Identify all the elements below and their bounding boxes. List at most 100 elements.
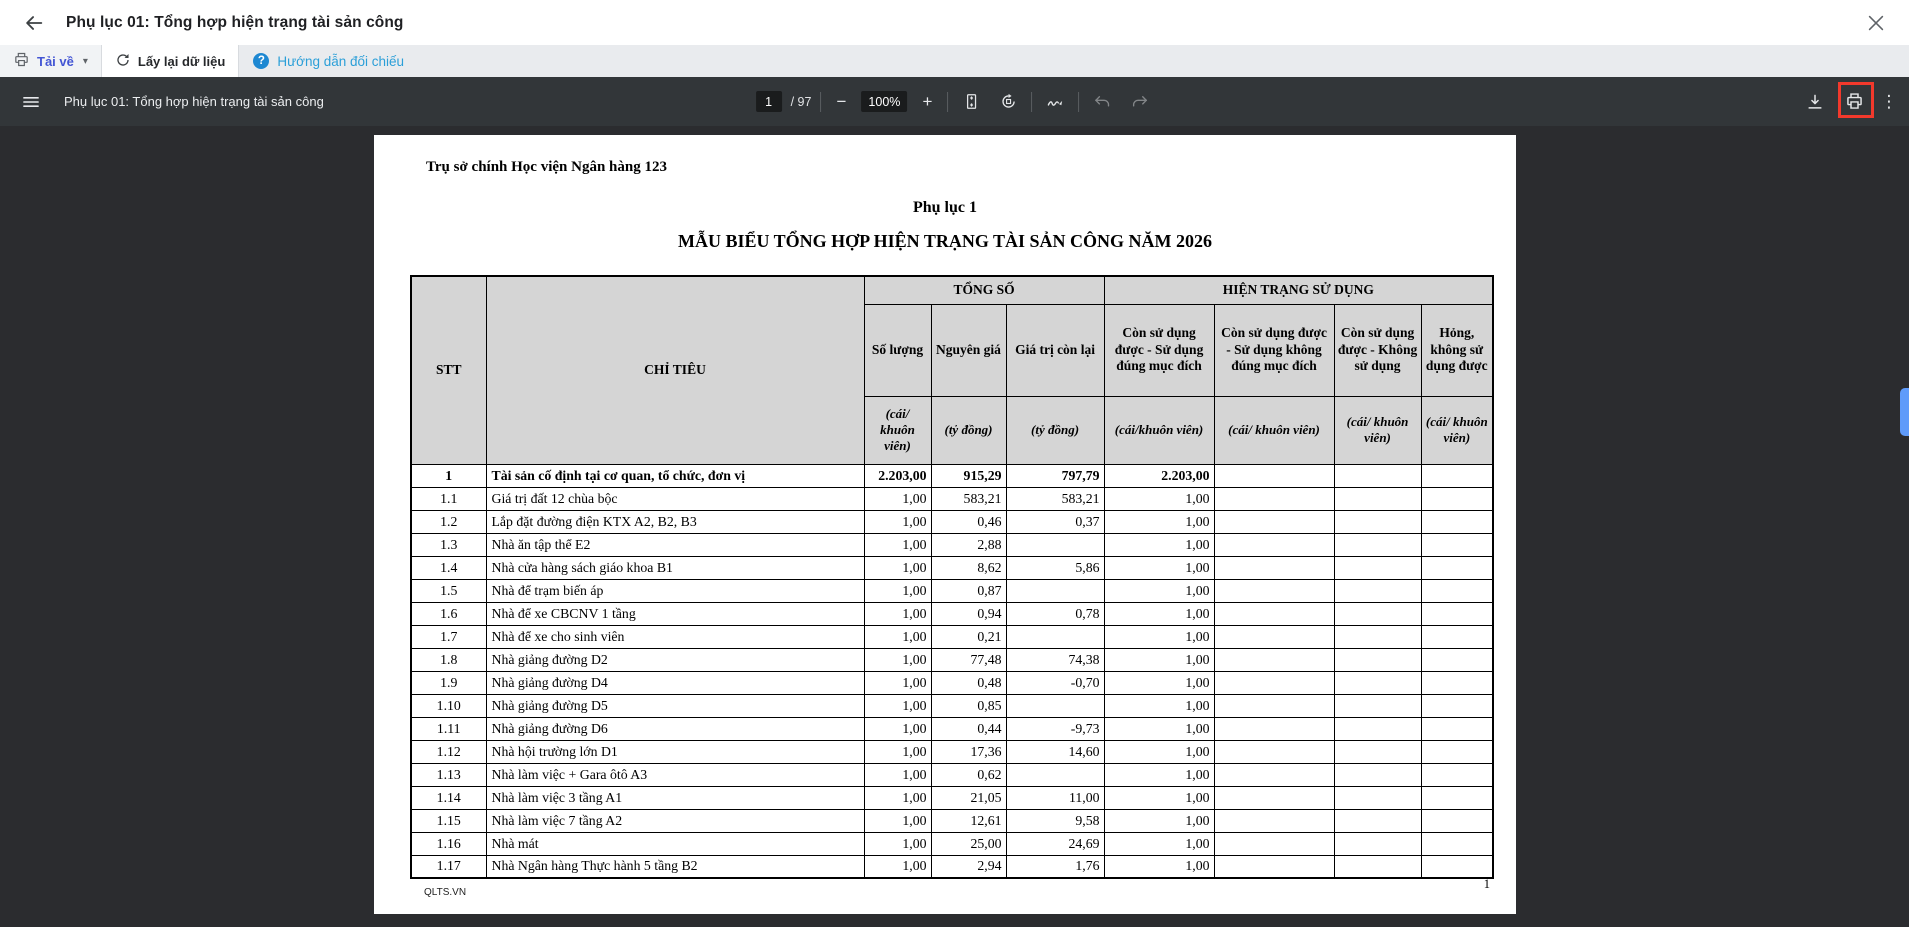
toolbar-divider	[947, 92, 948, 112]
table-cell	[1334, 648, 1421, 671]
more-options-icon[interactable]: ⋮	[1879, 92, 1899, 112]
print-icon[interactable]	[1840, 88, 1868, 116]
table-cell: 1,00	[1104, 648, 1214, 671]
annotate-pen-icon[interactable]	[1041, 88, 1069, 116]
table-cell: 1,00	[1104, 602, 1214, 625]
back-arrow-icon[interactable]	[22, 11, 46, 35]
table-row: 1.4Nhà cửa hàng sách giáo khoa B11,008,6…	[411, 556, 1493, 579]
table-cell	[1214, 717, 1334, 740]
table-cell: 2.203,00	[1104, 464, 1214, 487]
asset-table-header: STT CHỈ TIÊU TỔNG SỐ HIỆN TRẠNG SỬ DỤNG …	[411, 276, 1493, 464]
table-cell: 583,21	[1006, 487, 1104, 510]
page-number-input[interactable]: 1	[756, 91, 782, 112]
table-cell	[1214, 740, 1334, 763]
reload-data-button[interactable]: Lấy lại dữ liệu	[102, 45, 239, 77]
table-cell: 1.5	[411, 579, 486, 602]
rotate-icon[interactable]	[994, 88, 1022, 116]
table-cell: Nhà giảng đường D6	[486, 717, 864, 740]
table-cell: Nhà giảng đường D2	[486, 648, 864, 671]
table-cell: 9,58	[1006, 809, 1104, 832]
table-cell: 0,21	[931, 625, 1006, 648]
table-row: 1.7Nhà để xe cho sinh viên1,000,211,00	[411, 625, 1493, 648]
table-cell: 583,21	[931, 487, 1006, 510]
header-unit: (cái/ khuôn viên)	[1421, 396, 1493, 464]
table-cell: 2.203,00	[864, 464, 931, 487]
table-cell: 1,00	[1104, 671, 1214, 694]
table-cell	[1334, 671, 1421, 694]
table-cell: 1,00	[1104, 487, 1214, 510]
table-cell: 21,05	[931, 786, 1006, 809]
close-icon[interactable]	[1865, 12, 1887, 34]
table-cell: 25,00	[931, 832, 1006, 855]
table-cell	[1006, 579, 1104, 602]
pdf-toolbar-center: 1 / 97 − 100% +	[756, 88, 1154, 116]
table-cell	[1214, 464, 1334, 487]
header-unit: (cái/ khuôn viên)	[864, 396, 931, 464]
table-cell	[1421, 832, 1493, 855]
table-cell: Nhà ăn tập thể E2	[486, 533, 864, 556]
pdf-toolbar-left: Phụ lục 01: Tổng hợp hiện trạng tài sản …	[17, 88, 324, 116]
zoom-in-button[interactable]: +	[916, 92, 938, 112]
scrollbar-thumb[interactable]	[1900, 388, 1909, 436]
table-cell	[1334, 533, 1421, 556]
table-row: 1.17Nhà Ngân hàng Thực hành 5 tầng B21,0…	[411, 855, 1493, 878]
asset-table: STT CHỈ TIÊU TỔNG SỐ HIỆN TRẠNG SỬ DỤNG …	[410, 275, 1494, 879]
table-cell: 17,36	[931, 740, 1006, 763]
table-cell	[1421, 533, 1493, 556]
table-cell: 1,00	[1104, 510, 1214, 533]
page-title: Phụ lục 01: Tổng hợp hiện trạng tài sản …	[66, 14, 404, 32]
table-cell	[1214, 579, 1334, 602]
table-cell: 1,00	[864, 786, 931, 809]
table-cell: Nhà để trạm biến áp	[486, 579, 864, 602]
table-cell: 1,00	[1104, 717, 1214, 740]
table-cell	[1214, 533, 1334, 556]
table-cell: 24,69	[1006, 832, 1104, 855]
table-cell	[1334, 625, 1421, 648]
table-cell	[1006, 694, 1104, 717]
table-cell	[1421, 671, 1493, 694]
zoom-level-input[interactable]: 100%	[861, 91, 907, 112]
undo-icon[interactable]	[1088, 88, 1116, 116]
table-cell: 0,87	[931, 579, 1006, 602]
table-cell: Nhà giảng đường D5	[486, 694, 864, 717]
toolbar-divider	[1078, 92, 1079, 112]
table-row: 1.2Lắp đặt đường điện KTX A2, B2, B31,00…	[411, 510, 1493, 533]
table-cell: 1,76	[1006, 855, 1104, 878]
table-cell: 0,94	[931, 602, 1006, 625]
table-cell: 1,00	[864, 556, 931, 579]
zoom-out-button[interactable]: −	[830, 92, 852, 112]
table-cell: 915,29	[931, 464, 1006, 487]
table-cell	[1214, 625, 1334, 648]
pdf-doc-title: Phụ lục 01: Tổng hợp hiện trạng tài sản …	[64, 94, 324, 109]
table-cell	[1421, 625, 1493, 648]
table-cell	[1421, 602, 1493, 625]
table-cell: Nhà mát	[486, 832, 864, 855]
fit-page-icon[interactable]	[957, 88, 985, 116]
redo-icon[interactable]	[1125, 88, 1153, 116]
table-row: 1.12Nhà hội trường lớn D11,0017,3614,601…	[411, 740, 1493, 763]
table-cell: 1.3	[411, 533, 486, 556]
pdf-toolbar: Phụ lục 01: Tổng hợp hiện trạng tài sản …	[0, 77, 1909, 126]
table-cell: 1	[411, 464, 486, 487]
refresh-icon	[115, 52, 131, 71]
header-group-usage: HIỆN TRẠNG SỬ DỤNG	[1104, 276, 1493, 304]
header-col: Còn sử dụng được - Không sử dụng	[1334, 304, 1421, 396]
menu-icon[interactable]	[17, 88, 45, 116]
toolbar-divider	[820, 92, 821, 112]
table-cell: 1,00	[864, 648, 931, 671]
download-icon[interactable]	[1801, 88, 1829, 116]
table-cell	[1214, 556, 1334, 579]
table-cell	[1214, 809, 1334, 832]
table-cell: 1,00	[1104, 625, 1214, 648]
table-cell: 8,62	[931, 556, 1006, 579]
table-cell	[1214, 671, 1334, 694]
table-cell: 1,00	[1104, 786, 1214, 809]
table-cell	[1214, 648, 1334, 671]
table-cell	[1334, 602, 1421, 625]
table-row: 1Tài sản cố định tại cơ quan, tổ chức, đ…	[411, 464, 1493, 487]
table-cell: 1,00	[864, 510, 931, 533]
download-menu-button[interactable]: Tải về ▾	[0, 45, 102, 77]
printer-icon	[13, 51, 30, 71]
guide-link[interactable]: ? Hướng dẫn đối chiếu	[239, 45, 418, 77]
table-row: 1.13Nhà làm việc + Gara ôtô A31,000,621,…	[411, 763, 1493, 786]
